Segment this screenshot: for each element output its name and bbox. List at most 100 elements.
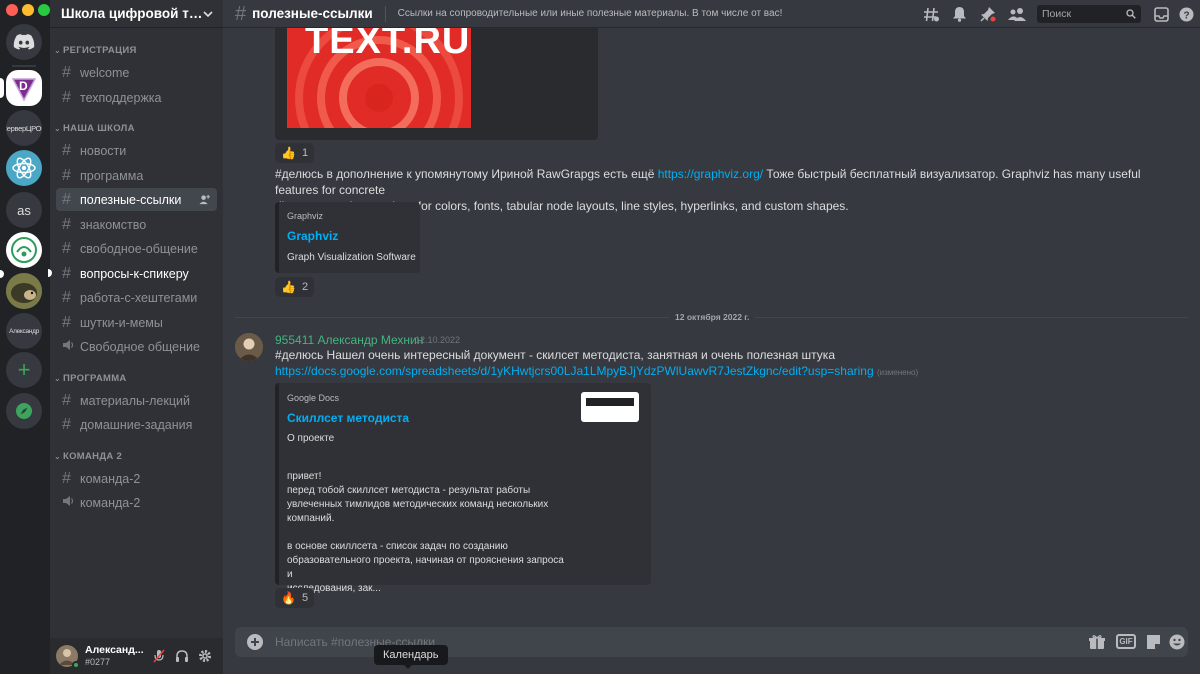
window-zoom-button[interactable]: [38, 4, 50, 16]
help-icon[interactable]: ?: [1177, 5, 1195, 23]
window-close-button[interactable]: [6, 4, 18, 16]
channel-label: домашние-задания: [80, 417, 193, 432]
unread-channel-indicator: [48, 269, 52, 277]
channel-title: полезные-ссылки: [252, 6, 373, 21]
server-rail: D СерверЦРОИ as Александр +: [0, 0, 50, 674]
channel-label: Свободное общение: [80, 339, 200, 354]
settings-gear-icon[interactable]: [198, 649, 212, 663]
header-divider: [384, 5, 386, 22]
server-as[interactable]: as: [6, 192, 42, 228]
embed-title-link[interactable]: Скиллсет методиста: [287, 411, 409, 425]
search-input[interactable]: Поиск: [1037, 5, 1141, 23]
sticker-icon[interactable]: [1146, 634, 1161, 650]
svg-text:?: ?: [1183, 10, 1189, 21]
channel-label: свободное-общение: [80, 241, 198, 256]
speaker-icon: [62, 339, 80, 354]
guild-header[interactable]: Школа цифровой трансформации: [50, 0, 223, 28]
channel-news[interactable]: # новости: [56, 139, 217, 162]
tooltip-label: Календарь: [383, 649, 439, 661]
channel-team-2-text[interactable]: # команда-2: [56, 467, 217, 490]
window-minimize-button[interactable]: [22, 4, 34, 16]
message-text: #делюсь Нашел очень интересный документ …: [275, 347, 1180, 381]
inbox-icon[interactable]: [1152, 5, 1170, 23]
channel-jokes-memes[interactable]: # шутки-и-мемы: [56, 311, 217, 334]
channel-label: материалы-лекций: [80, 393, 190, 408]
channel-label: команда-2: [80, 495, 141, 510]
reaction-count: 1: [301, 147, 309, 159]
channel-tech-support[interactable]: # техподдержка: [56, 86, 217, 109]
channel-free-chat[interactable]: # свободное-общение: [56, 237, 217, 260]
google-docs-link[interactable]: https://docs.google.com/spreadsheets/d/1…: [275, 364, 874, 378]
online-status-dot: [72, 661, 80, 669]
discord-home-button[interactable]: [6, 24, 42, 60]
hash-icon: #: [62, 190, 71, 208]
thumbnail-spreadsheet-bar: [586, 398, 634, 406]
author-name[interactable]: 955411 Александр Мехнин: [275, 333, 423, 347]
channel-introductions[interactable]: # знакомство: [56, 213, 217, 236]
edited-label: (изменено): [876, 368, 919, 377]
mute-microphone-icon[interactable]: [152, 649, 166, 663]
user-panel: Александ... #0277: [50, 638, 223, 674]
graphviz-link[interactable]: https://graphviz.org/: [658, 167, 763, 181]
channel-label: знакомство: [80, 217, 147, 232]
reaction-thumbs-up[interactable]: 👍 1: [275, 143, 315, 163]
calendar-tooltip: Календарь: [374, 645, 448, 669]
reaction-fire[interactable]: 🔥 5: [275, 588, 315, 608]
embed-thumbnail[interactable]: [581, 392, 639, 422]
add-server-button[interactable]: +: [6, 352, 42, 388]
emoji-picker-icon[interactable]: [1169, 634, 1185, 650]
category-registration[interactable]: ⌄ РЕГИСТРАЦИЯ: [50, 45, 137, 56]
hash-icon: #: [62, 288, 71, 306]
server-green-logo[interactable]: [6, 232, 42, 268]
threads-icon[interactable]: [922, 5, 940, 23]
voice-channel-team-2[interactable]: команда-2: [56, 491, 217, 514]
server-d[interactable]: D: [6, 70, 42, 106]
channel-useful-links[interactable]: # полезные-ссылки: [56, 188, 217, 211]
selected-server-indicator: [0, 78, 4, 98]
member-list-icon[interactable]: [1008, 5, 1026, 23]
headphones-icon[interactable]: [175, 649, 189, 663]
message-image-attachment[interactable]: TEXT.RU: [275, 28, 598, 140]
category-team-2[interactable]: ⌄ КОМАНДА 2: [50, 451, 122, 462]
channel-label: команда-2: [80, 471, 141, 486]
invite-member-icon[interactable]: [199, 194, 210, 205]
embed-title-link[interactable]: Graphviz: [287, 229, 338, 243]
atom-icon: [12, 157, 36, 179]
gif-label: GIF: [1119, 637, 1133, 646]
hash-icon: #: [62, 415, 71, 433]
hash-icon: #: [62, 63, 71, 81]
reaction-thumbs-up[interactable]: 👍 2: [275, 277, 315, 297]
link-embed-graphviz: Graphviz Graphviz Graph Visualization So…: [275, 202, 420, 273]
embed-description: Graph Visualization Software: [287, 252, 416, 263]
channel-lecture-materials[interactable]: # материалы-лекций: [56, 389, 217, 412]
gift-icon[interactable]: [1089, 634, 1105, 650]
channel-questions-to-speaker[interactable]: # вопросы-к-спикеру: [56, 262, 217, 285]
gif-picker-button[interactable]: GIF: [1116, 634, 1136, 649]
server-hedgehog[interactable]: [6, 273, 42, 309]
pinned-messages-icon[interactable]: [979, 5, 997, 23]
channel-homework[interactable]: # домашние-задания: [56, 413, 217, 436]
author-avatar[interactable]: [235, 333, 263, 361]
channel-hashtags[interactable]: # работа-с-хештегами: [56, 286, 217, 309]
category-label: КОМАНДА 2: [63, 451, 123, 462]
server-alexandr[interactable]: Александр: [6, 313, 42, 349]
explore-servers-button[interactable]: [6, 393, 42, 429]
green-logo-icon: [11, 237, 37, 263]
voice-channel-free-chat[interactable]: Свободное общение: [56, 335, 217, 358]
server-crpoi-label: СерверЦРОИ: [6, 123, 42, 133]
notification-bell-icon[interactable]: [950, 5, 968, 23]
category-our-school[interactable]: ⌄ НАША ШКОЛА: [50, 123, 135, 134]
chevron-down-icon: ⌄: [53, 124, 61, 133]
category-program[interactable]: ⌄ ПРОГРАММА: [50, 373, 127, 384]
compass-icon: [16, 403, 32, 419]
channel-program[interactable]: # программа: [56, 164, 217, 187]
channel-label: работа-с-хештегами: [80, 290, 198, 305]
fire-emoji-icon: 🔥: [281, 591, 296, 605]
chevron-down-icon: ⌄: [53, 46, 61, 55]
server-crpoi[interactable]: СерверЦРОИ: [6, 110, 42, 146]
user-avatar[interactable]: [56, 645, 80, 669]
server-atom[interactable]: [6, 150, 42, 186]
add-attachment-plus-icon[interactable]: [247, 634, 263, 650]
channel-topic[interactable]: Ссылки на сопроводительные или иные поле…: [398, 8, 783, 19]
channel-welcome[interactable]: # welcome: [56, 61, 217, 84]
